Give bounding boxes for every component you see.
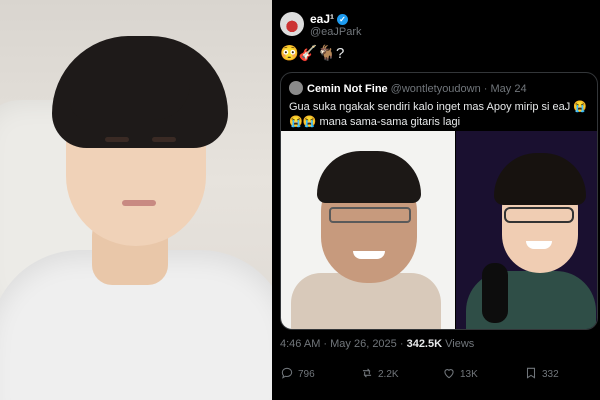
bookmark-button[interactable]: 332	[524, 366, 559, 380]
like-button[interactable]: 13K	[442, 366, 478, 380]
reply-icon	[281, 367, 293, 379]
glasses	[329, 207, 411, 223]
author-avatar[interactable]	[280, 12, 304, 36]
right-eye	[152, 137, 176, 142]
profile-photo	[0, 0, 272, 400]
mouth	[122, 200, 156, 206]
tweet-panel: eaJ¹ ✓ @eaJPark 😳🎸🐐? Cemin Not Fine @wontl…	[272, 0, 600, 400]
quoted-text: Gua suka ngakak sendiri kalo inget mas A…	[289, 101, 588, 128]
tweet-meta: 4:46 AM · May 26, 2025 · 342.5K Views	[280, 338, 474, 350]
quoted-name: Cemin Not Fine	[307, 83, 388, 95]
left-eye	[105, 137, 129, 142]
bookmark-icon	[526, 367, 536, 379]
reply-count: 796	[298, 369, 315, 380]
hair	[317, 151, 421, 203]
reply-button[interactable]: 796	[280, 366, 315, 380]
quoted-tweet[interactable]: Cemin Not Fine @wontletyoudown · May 24 G…	[280, 72, 598, 330]
quoted-header: Cemin Not Fine @wontletyoudown · May 24	[289, 81, 527, 97]
quoted-avatar	[289, 81, 303, 95]
views-count: 342.5K	[406, 338, 443, 350]
tweet-text: 😳🎸🐐?	[280, 45, 345, 62]
tweet-timestamp[interactable]: 4:46 AM · May 26, 2025 ·	[280, 338, 407, 350]
quoted-handle: @wontletyoudown	[390, 83, 481, 95]
views-label: Views	[442, 338, 475, 350]
repost-count: 2.2K	[378, 369, 399, 380]
hair	[494, 153, 586, 205]
author-name[interactable]: eaJ¹ ✓	[310, 12, 349, 26]
author-handle[interactable]: @eaJPark	[310, 26, 362, 38]
smile	[526, 241, 552, 249]
quoted-date: · May 24	[483, 83, 527, 95]
glasses	[504, 207, 574, 223]
repost-button[interactable]: 2.2K	[360, 366, 399, 380]
verified-badge-icon: ✓	[337, 14, 349, 25]
heart-icon	[444, 369, 454, 379]
bookmark-count: 332	[542, 369, 559, 380]
like-count: 13K	[460, 369, 478, 380]
microphone	[482, 263, 508, 323]
quoted-image-left[interactable]	[281, 131, 455, 329]
hair-fringe	[70, 84, 190, 120]
repost-icon	[362, 368, 372, 378]
quoted-image-right[interactable]	[456, 131, 597, 329]
author-name-text: eaJ¹	[310, 12, 335, 26]
action-bar: 796 2.2K 13K 332	[272, 366, 600, 386]
smile	[353, 251, 385, 259]
